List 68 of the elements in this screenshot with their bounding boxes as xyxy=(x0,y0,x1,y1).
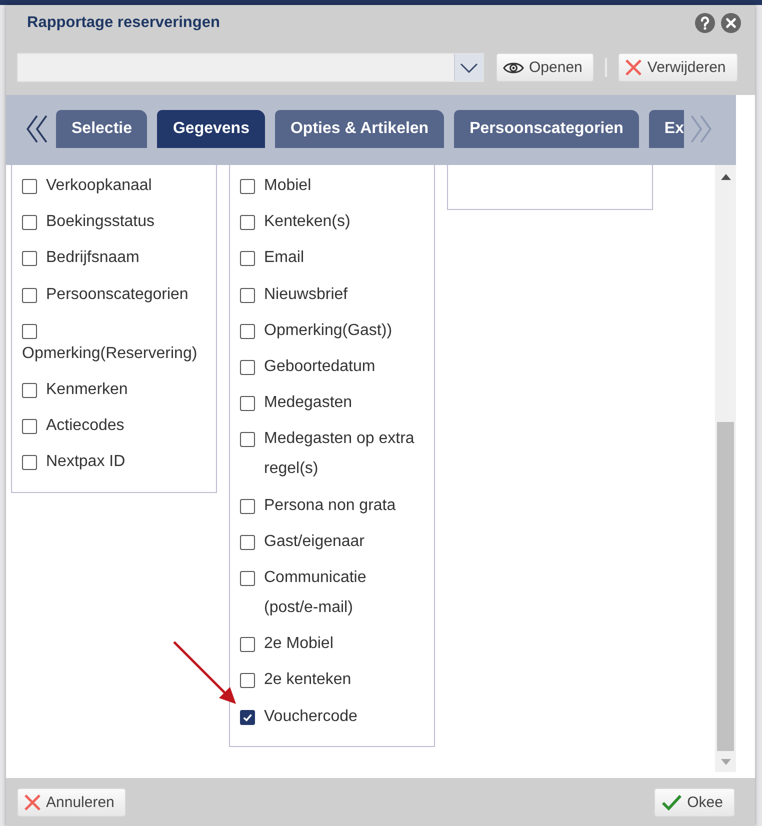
checkbox-label: Kenmerken xyxy=(46,380,129,400)
checkbox-label: Actiecodes xyxy=(46,416,126,436)
checkbox[interactable] xyxy=(22,288,37,303)
checkbox-label: Communicatie (post/e-mail) xyxy=(264,568,368,618)
tab[interactable]: Ex xyxy=(648,110,684,148)
checkbox-label: Medegasten op extra regel(s) xyxy=(264,429,416,480)
checkbox[interactable] xyxy=(22,324,37,339)
cross-icon xyxy=(24,794,41,811)
close-icon[interactable] xyxy=(721,13,741,33)
checkbox[interactable] xyxy=(240,251,255,266)
checkbox-label: Bedrijfsnaam xyxy=(46,248,140,268)
checkbox-label: 2e Mobiel xyxy=(264,634,334,654)
checkbox[interactable] xyxy=(240,324,255,339)
checkbox-label: Vouchercode xyxy=(264,706,358,727)
report-select-field[interactable] xyxy=(17,53,484,82)
checkbox[interactable] xyxy=(22,251,37,266)
checkbox-label: Opmerking(Reservering) xyxy=(22,344,198,364)
open-button[interactable]: Openen xyxy=(496,53,594,82)
scrollbar-track[interactable] xyxy=(715,165,736,772)
checkbox[interactable] xyxy=(22,179,37,194)
cross-icon xyxy=(625,59,642,76)
checkbox[interactable] xyxy=(22,383,37,398)
checkbox[interactable] xyxy=(240,432,255,448)
checkbox[interactable] xyxy=(22,455,37,470)
eye-icon xyxy=(503,60,524,74)
checkbox[interactable] xyxy=(240,498,255,514)
chevron-down-icon xyxy=(460,62,478,72)
annotation-arrow xyxy=(173,641,237,705)
tab[interactable]: Gegevens xyxy=(157,110,265,148)
checkbox[interactable] xyxy=(240,360,255,376)
checkbox-label: Nextpax ID xyxy=(46,452,126,472)
checkbox-label: Kenteken(s) xyxy=(264,212,352,232)
checkbox-label: Medegasten xyxy=(264,393,354,414)
checkbox-label: Persona non grata xyxy=(264,496,397,516)
help-icon[interactable] xyxy=(695,13,715,33)
tab[interactable]: Persoonscategorien xyxy=(454,110,639,148)
checkbox-label: Boekingsstatus xyxy=(46,212,156,232)
checkbox[interactable] xyxy=(240,534,255,550)
checkbox-label: Opmerking(Gast)) xyxy=(264,320,394,341)
check-icon xyxy=(661,794,682,811)
tab[interactable]: Selectie xyxy=(56,110,148,148)
checkbox[interactable] xyxy=(240,570,255,586)
checkbox-label: Nieuwsbrief xyxy=(264,284,349,305)
tab[interactable]: Opties & Artikelen xyxy=(274,110,444,148)
checkbox-label: Mobiel xyxy=(264,176,312,196)
checkbox-label: Geboortedatum xyxy=(264,357,376,378)
ok-button[interactable]: Okee xyxy=(654,788,735,817)
dropdown-button[interactable] xyxy=(454,54,483,81)
checkbox-label: Persoonscategorien xyxy=(46,284,190,305)
checkbox[interactable] xyxy=(22,419,37,434)
scrollbar-thumb[interactable] xyxy=(717,422,734,751)
checkbox[interactable] xyxy=(240,288,255,303)
cancel-button[interactable]: Annuleren xyxy=(17,788,126,817)
checkbox[interactable] xyxy=(240,637,255,652)
checkbox[interactable] xyxy=(240,710,255,725)
checkbox[interactable] xyxy=(240,215,255,230)
checkbox-label: Gast/eigenaar xyxy=(264,532,366,552)
checkbox[interactable] xyxy=(240,396,255,412)
checkbox-label: 2e kenteken xyxy=(264,670,352,690)
scroll-up-icon[interactable] xyxy=(720,174,730,180)
dialog-title: Rapportage reserveringen xyxy=(27,13,220,33)
checkbox[interactable] xyxy=(240,673,255,688)
checkbox-label: Email xyxy=(264,248,306,268)
delete-button[interactable]: Verwijderen xyxy=(618,53,738,82)
checkbox[interactable] xyxy=(240,179,255,194)
checkbox-label: Verkoopkanaal xyxy=(46,176,153,196)
checkbox[interactable] xyxy=(22,215,37,230)
double-chevron-left-icon[interactable] xyxy=(25,114,49,144)
